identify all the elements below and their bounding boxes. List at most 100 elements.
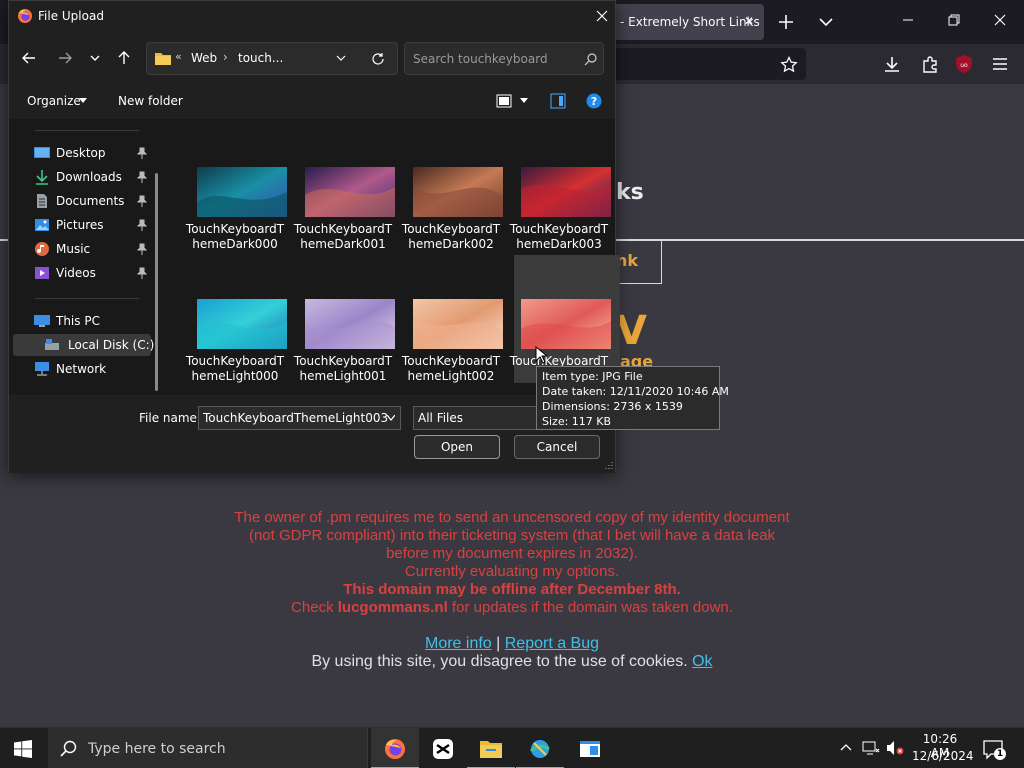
tab-close-icon[interactable]: ✕ — [744, 14, 754, 28]
downloads-icon[interactable] — [882, 54, 902, 74]
dialog-close-icon[interactable] — [595, 9, 609, 23]
tooltip-size: Size: 117 KB — [542, 415, 612, 428]
file-explorer-icon — [480, 741, 502, 758]
ublock-origin-icon[interactable]: uo — [954, 54, 974, 74]
resize-grip-icon[interactable] — [605, 461, 613, 469]
clock-date[interactable]: 12/6/2024 — [912, 749, 974, 763]
tooltip-item-type: Item type: JPG File — [542, 370, 643, 383]
url-bar[interactable] — [612, 48, 806, 80]
notification-count-badge: 1 — [994, 748, 1006, 760]
chevron-up-icon[interactable] — [840, 742, 852, 752]
volume-muted-icon[interactable] — [886, 740, 904, 756]
help-icon[interactable]: ? — [586, 93, 602, 109]
file-upload-dialog: File Upload « Web › touch... Organize Ne… — [8, 0, 620, 473]
file-name-label: TouchKeyboardT hemeLight002 — [401, 354, 501, 383]
recent-locations-chevron-icon[interactable] — [89, 51, 101, 65]
minimize-icon[interactable] — [900, 12, 916, 28]
extensions-puzzle-icon[interactable] — [920, 54, 940, 74]
browser-tab[interactable]: - Extremely Short Links ✕ — [612, 4, 764, 40]
more-info-link[interactable]: More info — [425, 635, 492, 652]
forward-arrow-icon[interactable] — [57, 50, 73, 66]
file-name-label: TouchKeyboardT hemeDark001 — [293, 222, 393, 251]
preview-pane-icon[interactable] — [550, 93, 566, 109]
navigation-scrollbar[interactable] — [155, 173, 158, 391]
nav-item-network[interactable]: Network — [13, 358, 151, 380]
taskbar-app-network-tool[interactable] — [516, 728, 564, 768]
file-item[interactable]: TouchKeyboardT hemeDark000 — [182, 145, 288, 253]
file-item[interactable]: TouchKeyboardT hemeDark001 — [290, 145, 396, 253]
refresh-icon[interactable] — [371, 52, 385, 66]
nav-item-desktop[interactable]: Desktop — [13, 142, 151, 164]
pin-icon — [137, 195, 147, 207]
pin-icon — [137, 243, 147, 255]
taskbar-app-file-explorer[interactable] — [467, 728, 515, 768]
taskbar-app-capcut[interactable] — [419, 728, 467, 768]
address-bar[interactable]: « Web › touch... — [146, 42, 398, 75]
firefox-icon — [18, 9, 32, 23]
file-name-label: TouchKeyboardT hemeLight000 — [185, 354, 285, 383]
file-item[interactable]: TouchKeyboardT hemeLight000 — [182, 277, 288, 385]
address-overflow[interactable]: « — [175, 50, 182, 63]
file-name-input[interactable] — [198, 406, 401, 430]
organize-button[interactable]: Organize — [27, 94, 81, 108]
new-folder-button[interactable]: New folder — [118, 94, 183, 108]
mouse-cursor-icon — [535, 346, 547, 364]
nav-item-local-disk[interactable]: Local Disk (C:) — [13, 334, 154, 356]
search-box[interactable] — [404, 42, 604, 75]
list-tabs-icon[interactable] — [816, 10, 836, 34]
cookie-ok-link[interactable]: Ok — [692, 653, 712, 670]
chevron-down-icon[interactable] — [387, 415, 395, 421]
nav-item-label: Desktop — [56, 146, 106, 160]
nav-item-downloads[interactable]: Downloads — [13, 166, 151, 188]
domain-notice: The owner of .pm requires me to send an … — [0, 509, 1024, 617]
check-updates-line: Check lucgommans.nl for updates if the d… — [291, 599, 733, 616]
nav-item-pictures[interactable]: Pictures — [13, 214, 151, 236]
chevron-down-icon[interactable] — [79, 98, 87, 104]
nav-item-documents[interactable]: Documents — [13, 190, 151, 212]
navigation-pane: Desktop Downloads Documents Pictures Mus… — [9, 119, 166, 395]
pin-icon — [137, 147, 147, 159]
address-segment-current[interactable]: touch... — [238, 51, 283, 65]
file-name-label: File name: — [139, 411, 201, 425]
taskbar: Type here to search 10:26 AM 12/6/2024 1 — [0, 727, 1024, 768]
hamburger-menu-icon[interactable] — [990, 54, 1010, 74]
bookmark-star-icon[interactable] — [780, 56, 798, 74]
cancel-button[interactable]: Cancel — [514, 435, 600, 459]
tooltip-date-taken: Date taken: 12/11/2020 10:46 AM — [542, 385, 729, 398]
up-arrow-icon[interactable] — [116, 50, 132, 66]
search-icon[interactable] — [584, 52, 598, 66]
address-dropdown-icon[interactable] — [336, 53, 346, 63]
taskbar-app-window[interactable] — [566, 728, 614, 768]
chevron-down-icon[interactable] — [520, 98, 528, 104]
window-close-icon[interactable] — [992, 12, 1008, 28]
open-button[interactable]: Open — [414, 435, 500, 459]
file-item[interactable]: TouchKeyboardT hemeLight001 — [290, 277, 396, 385]
file-item[interactable]: TouchKeyboardT hemeDark003 — [506, 145, 612, 253]
back-arrow-icon[interactable] — [21, 50, 37, 66]
nav-item-music[interactable]: Music — [13, 238, 151, 260]
address-segment-web[interactable]: Web — [191, 51, 217, 65]
address-separator[interactable]: › — [223, 50, 228, 64]
file-name-label: TouchKeyboardT hemeLight001 — [293, 354, 393, 383]
nav-item-videos[interactable]: Videos — [13, 262, 151, 284]
file-item[interactable]: TouchKeyboardT hemeLight002 — [398, 277, 504, 385]
file-type-label: All Files — [418, 411, 464, 425]
nav-item-this-pc[interactable]: This PC — [13, 310, 151, 332]
restore-icon[interactable] — [946, 12, 962, 28]
notice-line: Currently evaluating my options. — [404, 563, 620, 580]
report-bug-link[interactable]: Report a Bug — [505, 635, 599, 652]
taskbar-search-box[interactable]: Type here to search — [48, 728, 368, 768]
file-item[interactable]: TouchKeyboardT hemeDark002 — [398, 145, 504, 253]
page-heading-fragment: ks — [616, 180, 644, 205]
file-item-hovered[interactable]: TouchKeyboardThe — [510, 255, 620, 383]
shorten-link-box[interactable]: nk — [616, 240, 662, 284]
firefox-icon — [385, 739, 405, 759]
new-tab-icon[interactable] — [776, 10, 796, 34]
downloads-icon — [36, 170, 48, 185]
cookie-notice: By using this site, you disagree to the … — [311, 653, 713, 670]
windows-start-icon[interactable] — [14, 740, 32, 758]
search-input[interactable] — [413, 51, 579, 67]
taskbar-app-firefox[interactable] — [371, 728, 419, 768]
network-status-icon[interactable] — [862, 740, 880, 756]
change-view-icon[interactable] — [496, 94, 512, 108]
